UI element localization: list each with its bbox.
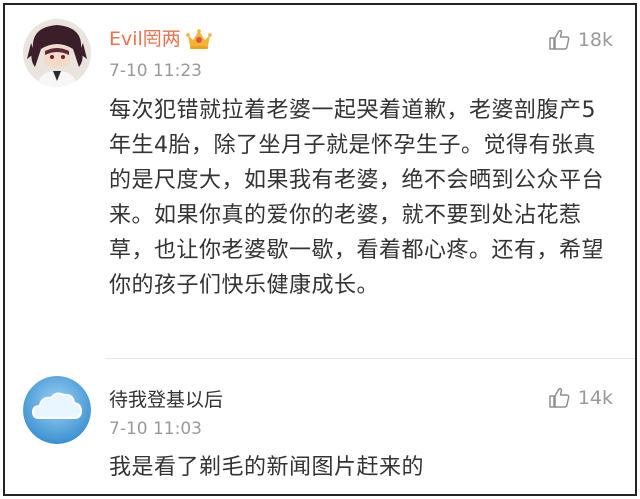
avatar[interactable] (23, 19, 91, 87)
like-count: 14k (577, 387, 613, 409)
thumbs-up-icon (549, 29, 570, 50)
comment-text: 我是看了剃毛的新闻图片赶来的 (109, 455, 425, 480)
username[interactable]: 待我登基以后 (109, 388, 223, 412)
vip-crown-icon (185, 27, 213, 51)
username[interactable]: Evil罔两 (109, 27, 213, 51)
timestamp: 7-10 11:03 (109, 419, 202, 439)
comment-text: 每次犯错就拉着老婆一起哭着道歉，老婆剖腹产5年生4胎，除了坐月子就是怀孕生子。觉… (109, 98, 605, 298)
default-cloud-avatar (23, 376, 91, 444)
like-button[interactable]: 14k (548, 386, 613, 410)
like-count: 18k (577, 29, 613, 51)
avatar[interactable] (23, 376, 91, 444)
timestamp: 7-10 11:23 (109, 61, 202, 81)
divider (105, 358, 635, 359)
username-text[interactable]: Evil罔两 (109, 27, 181, 51)
comment-list: Evil罔两 7-10 11:23 18k 每次犯错就拉着老婆一起哭着道歉，老婆… (3, 3, 637, 496)
comment-item: Evil罔两 7-10 11:23 18k 每次犯错就拉着老婆一起哭着道歉，老婆… (5, 5, 635, 360)
like-button[interactable]: 18k (548, 28, 613, 52)
anime-character-avatar (23, 19, 91, 87)
thumbs-up-icon (549, 387, 570, 408)
comment-item: 待我登基以后 7-10 11:03 14k 我是看了剃毛的新闻图片赶来的 (5, 362, 635, 494)
